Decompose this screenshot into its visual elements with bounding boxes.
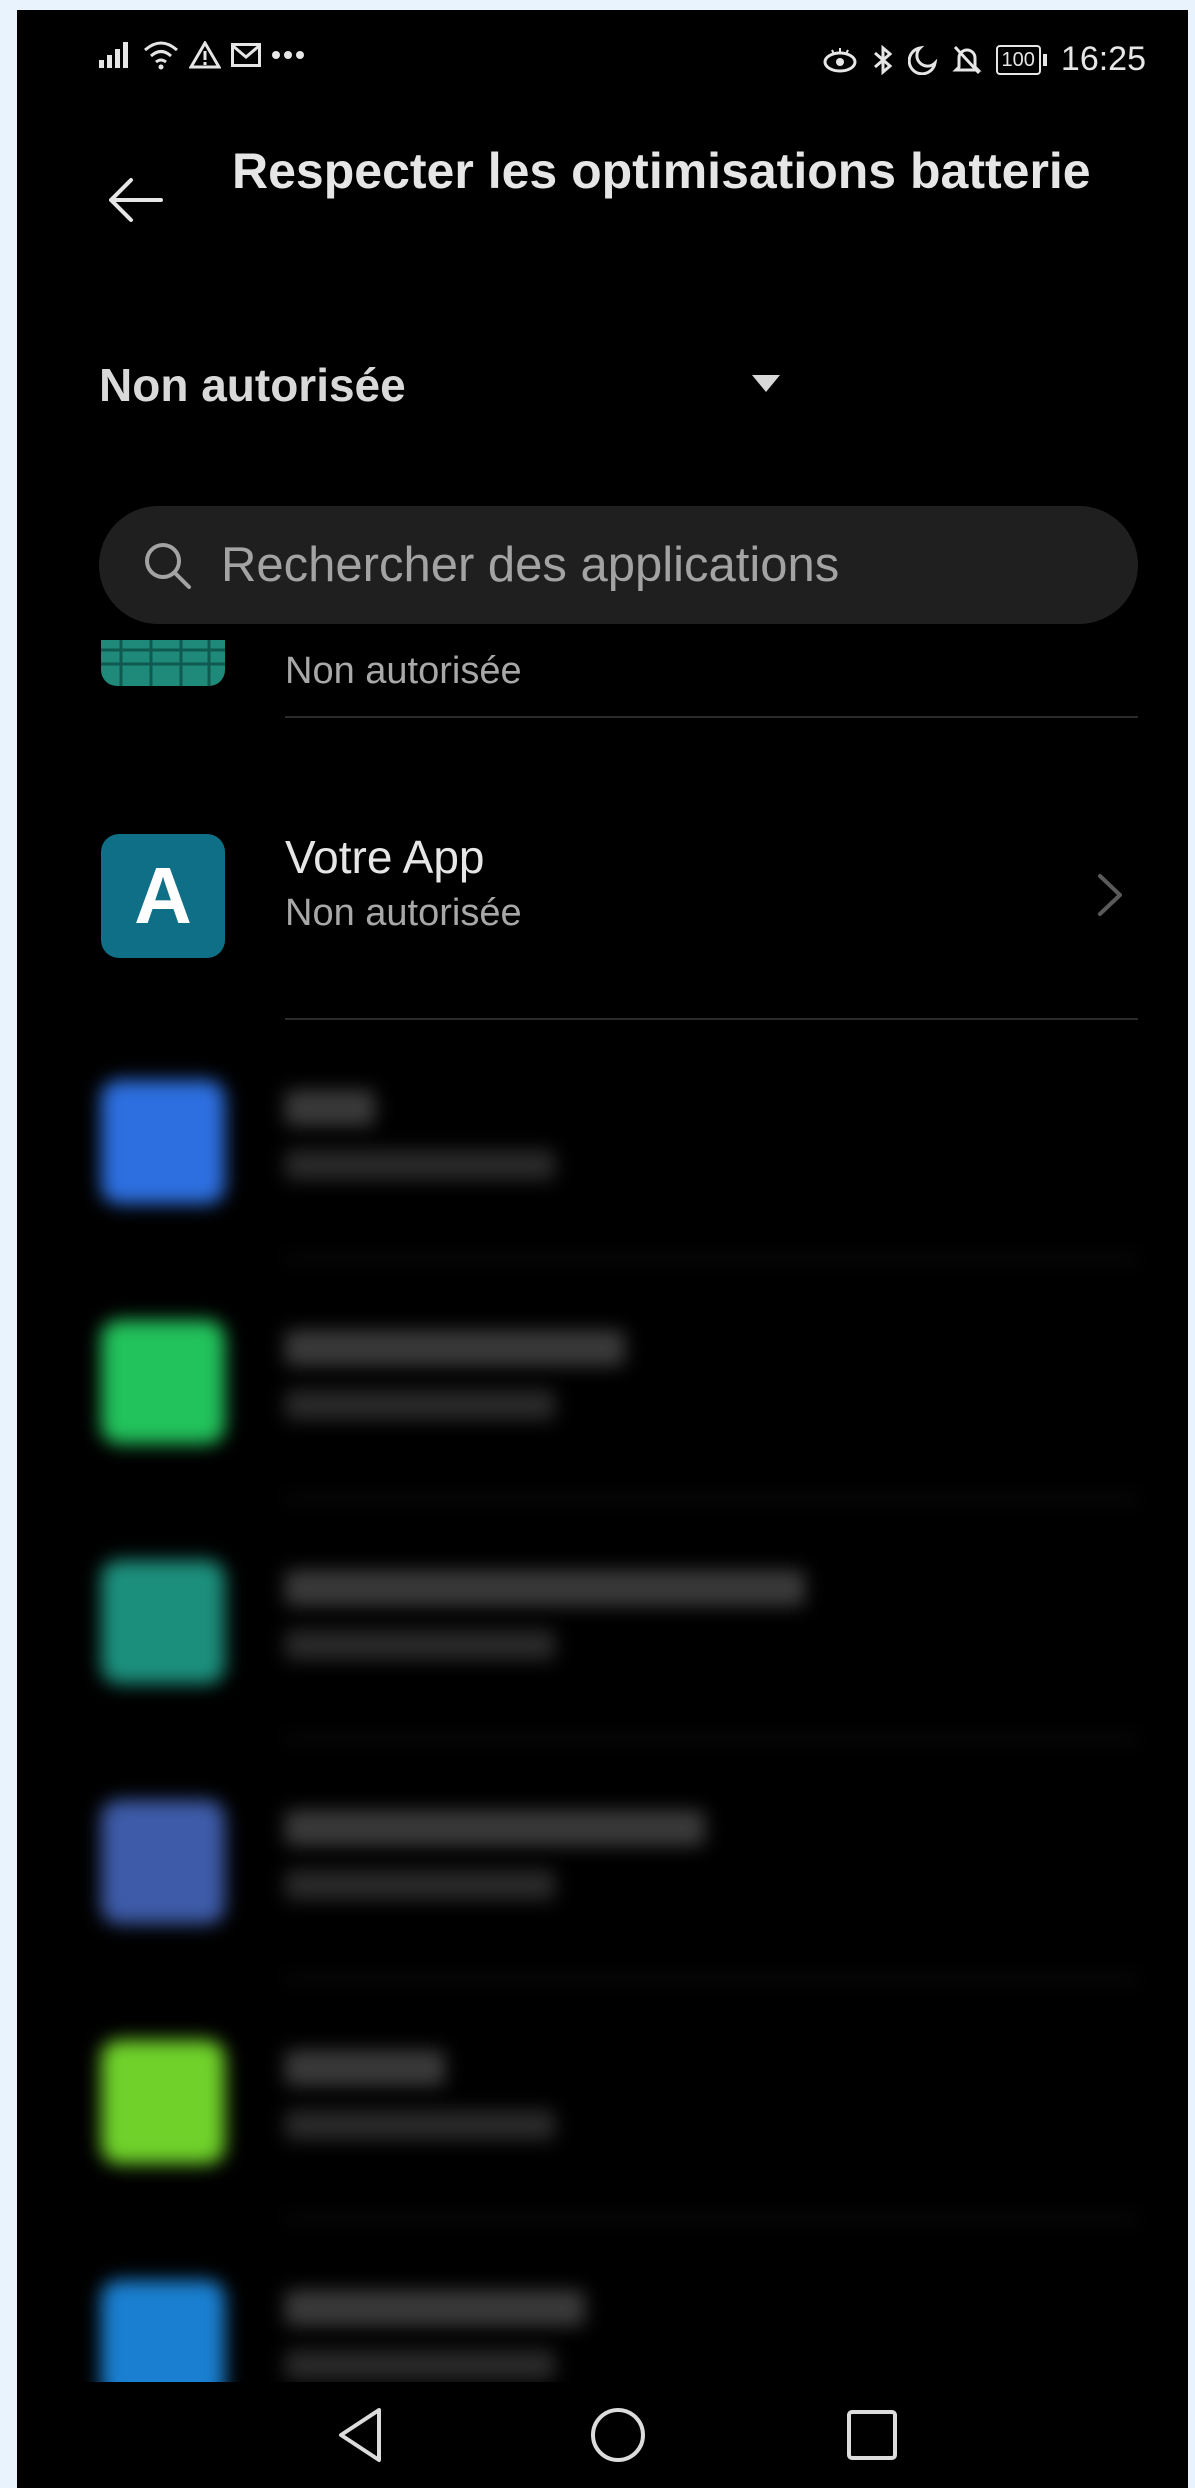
app-icon <box>101 640 225 686</box>
app-icon <box>101 1560 225 1684</box>
bluetooth-icon <box>873 44 892 75</box>
app-icon <box>101 1080 225 1204</box>
status-icons-left <box>99 40 307 70</box>
mail-icon <box>231 43 261 67</box>
page-title: Respecter les optimisations batterie <box>232 143 1091 199</box>
chevron-right-icon <box>1098 874 1122 916</box>
app-status: Non autorisée <box>285 650 522 692</box>
votre-app-icon: A <box>101 834 225 958</box>
filter-selected-value: Non autorisée <box>99 359 406 411</box>
list-item-blurred[interactable] <box>17 1500 1188 1740</box>
nav-recents-icon[interactable] <box>837 2400 907 2470</box>
list-item-blurred[interactable] <box>17 1020 1188 1260</box>
list-item[interactable]: Non autorisée <box>17 480 1188 720</box>
moon-icon <box>907 45 937 75</box>
dropdown-arrow-icon <box>752 375 780 392</box>
battery-level: 100 <box>995 44 1041 75</box>
list-item-blurred[interactable] <box>17 1260 1188 1500</box>
app-status: Non autorisée <box>285 892 522 934</box>
more-notifications-icon <box>272 51 304 59</box>
bell-muted-icon <box>951 45 982 74</box>
app-icon <box>101 1320 225 1444</box>
list-item-blurred[interactable] <box>17 1980 1188 2220</box>
status-bar: 100 16:25 <box>17 10 1188 110</box>
status-time: 16:25 <box>1060 40 1146 78</box>
back-arrow-icon[interactable] <box>105 170 165 230</box>
app-name: Votre App <box>285 831 485 883</box>
list-item-votre-app[interactable]: A Votre App Non autorisée <box>17 720 1188 1020</box>
app-icon-letter: A <box>134 851 192 940</box>
wifi-icon <box>144 41 178 70</box>
battery-icon: 100 <box>995 44 1047 75</box>
nav-back-icon[interactable] <box>327 2400 397 2470</box>
phone-screen: 100 16:25 Respecter les optimisations ba… <box>17 10 1188 2488</box>
nav-home-icon[interactable] <box>583 2400 653 2470</box>
app-icon <box>101 1800 225 1924</box>
list-item-blurred[interactable] <box>17 1740 1188 1980</box>
app-icon <box>101 2040 225 2164</box>
signal-icon <box>99 42 128 68</box>
navigation-bar <box>17 2382 1188 2488</box>
status-icons-right: 100 16:25 <box>822 40 1146 79</box>
filter-dropdown[interactable]: Non autorisée <box>99 345 780 425</box>
warning-icon <box>189 41 221 69</box>
eye-comfort-icon <box>823 47 857 72</box>
